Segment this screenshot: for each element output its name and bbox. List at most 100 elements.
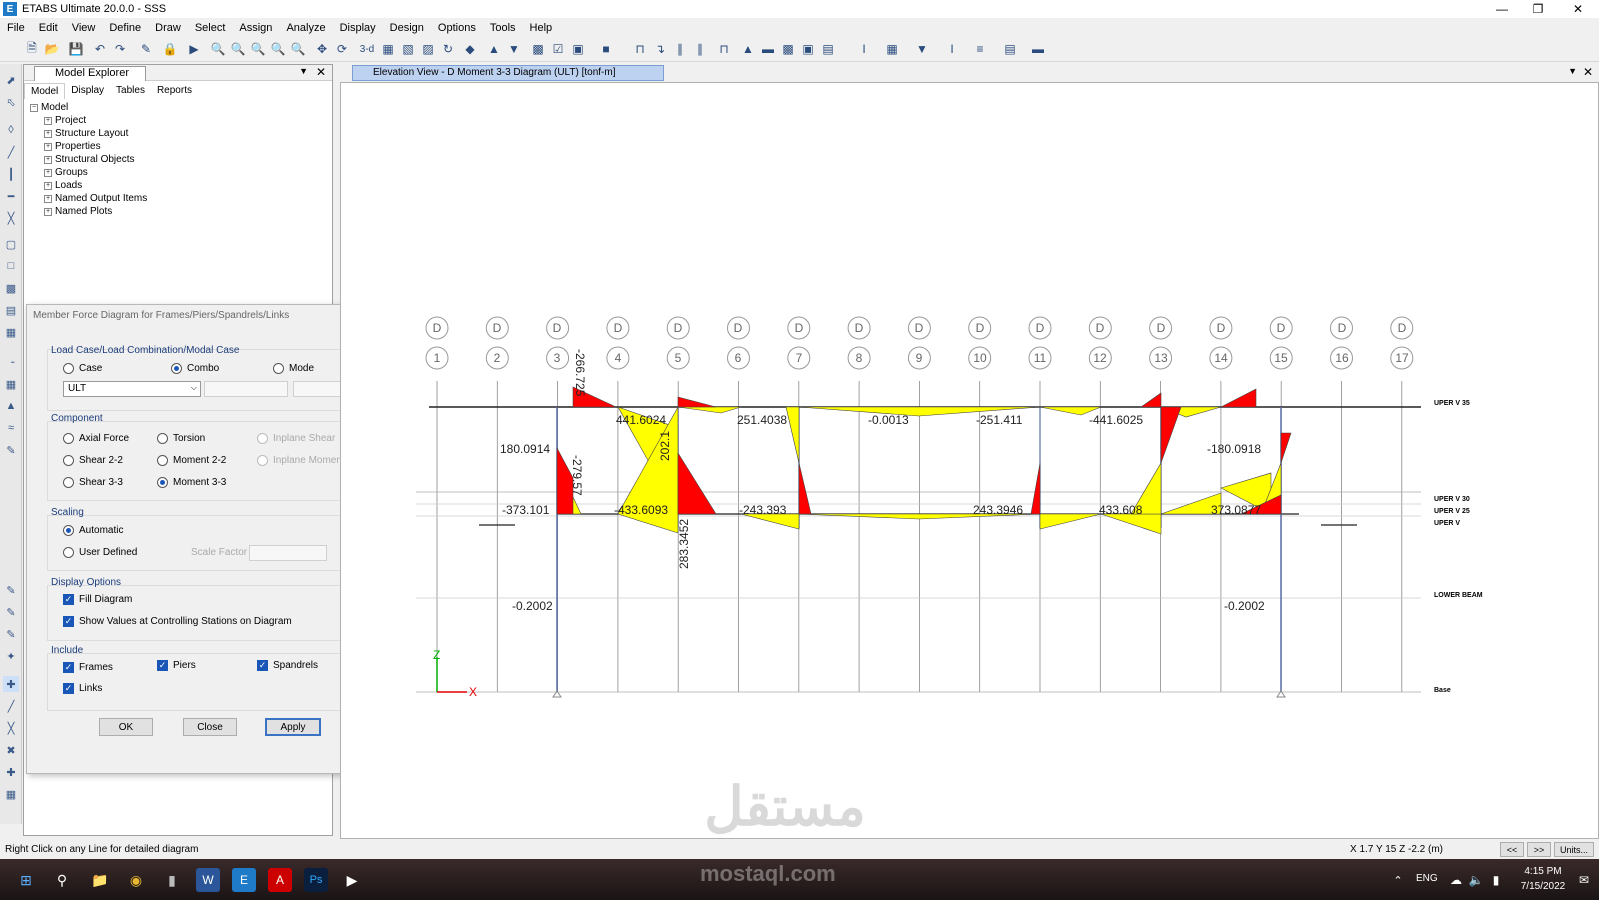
select-intersect-icon[interactable]: ✦ (3, 648, 19, 664)
draw-dimension-icon[interactable]: ≈ (3, 420, 19, 436)
language-indicator[interactable]: ENG (1416, 873, 1438, 884)
run-analysis-icon[interactable]: ▶ (186, 41, 202, 57)
draw-floor-icon[interactable]: ▢ (3, 236, 19, 252)
object-shrink-icon[interactable]: ◆ (462, 41, 478, 57)
zoom-in-icon[interactable]: 🔍 (270, 41, 286, 57)
media-player-icon[interactable]: ▶ (340, 868, 364, 892)
menu-file[interactable]: File (0, 22, 32, 34)
tree-item-groups[interactable]: + Groups (30, 166, 147, 179)
close-button[interactable]: Close (183, 718, 237, 736)
snap-intersection-icon[interactable]: ╳ (3, 720, 19, 736)
close-icon[interactable]: ✕ (1560, 0, 1596, 18)
panel-dropdown-icon[interactable]: ▼ (299, 66, 308, 76)
elevation-canvas[interactable]: D D D D D D D D D D D D D D D D D 1 2 3 … (340, 82, 1599, 839)
next-button[interactable]: >> (1527, 842, 1551, 857)
draw-opening-icon[interactable]: ▩ (3, 280, 19, 296)
show-deformed-icon[interactable]: ⊓ (632, 41, 648, 57)
shear-33-radio[interactable]: Shear 3-3 (63, 477, 123, 488)
clock-time[interactable]: 4:15 PM (1518, 866, 1568, 877)
elevation-view-tab[interactable]: Elevation View - D Moment 3-3 Diagram (U… (352, 65, 664, 81)
zoom-extent-icon[interactable]: 🔍 (230, 41, 246, 57)
lock-icon[interactable]: 🔒 (162, 41, 178, 57)
3d-view-button[interactable]: 3-d (356, 41, 378, 57)
show-loads-icon[interactable]: ↴ (652, 41, 668, 57)
select-ps-icon[interactable]: ✎ (3, 604, 19, 620)
fill-diagram-checkbox[interactable]: ✓ Fill Diagram (63, 594, 132, 605)
file-explorer-icon[interactable]: 📁 (88, 868, 112, 892)
check-icon[interactable]: ☑ (550, 41, 566, 57)
draw-link-icon[interactable]: ╶ (3, 354, 19, 370)
save-icon[interactable]: 💾 (68, 41, 84, 57)
draw-wall-icon[interactable]: ▤ (3, 302, 19, 318)
tab-reports[interactable]: Reports (151, 83, 198, 99)
notifications-icon[interactable]: ✉ (1572, 868, 1596, 892)
new-file-icon[interactable]: 🗎 (24, 41, 40, 57)
elevation-view-icon[interactable]: ▧ (400, 41, 416, 57)
automatic-radio[interactable]: Automatic (63, 525, 123, 536)
search-icon[interactable]: ⚲ (50, 868, 74, 892)
display-options-icon[interactable]: ▣ (570, 41, 586, 57)
word-icon[interactable]: W (196, 868, 220, 892)
open-file-icon[interactable]: 📂 (44, 41, 60, 57)
moment-22-radio[interactable]: Moment 2-2 (157, 455, 226, 466)
tab-tables[interactable]: Tables (110, 83, 151, 99)
menu-edit[interactable]: Edit (32, 22, 65, 34)
redo-icon[interactable]: ↷ (112, 41, 128, 57)
undo-icon[interactable]: ↶ (92, 41, 108, 57)
draw-column-icon[interactable]: ┃ (3, 166, 19, 182)
refresh-icon[interactable]: ↻ (440, 41, 456, 57)
section-designer-icon[interactable]: ▦ (884, 41, 900, 57)
beam-icon[interactable]: ▬ (760, 41, 776, 57)
rotate-icon[interactable]: ⟳ (334, 41, 350, 57)
shaded-view-icon[interactable]: ■ (598, 41, 614, 57)
collapse-icon[interactable]: − (30, 103, 38, 112)
units-button[interactable]: Units... (1554, 842, 1594, 857)
expand-icon[interactable]: + (44, 155, 52, 164)
wall-icon[interactable]: ▩ (780, 41, 796, 57)
tree-item-named-plots[interactable]: + Named Plots (30, 205, 147, 218)
tree-item-structure-layout[interactable]: + Structure Layout (30, 127, 147, 140)
tree-item-named-output-items[interactable]: + Named Output Items (30, 192, 147, 205)
spandrels-checkbox[interactable]: ✓ Spandrels (257, 660, 318, 671)
draw-null-icon[interactable]: ▦ (3, 324, 19, 340)
tree-item-loads[interactable]: + Loads (30, 179, 147, 192)
plan-view-icon[interactable]: ▦ (380, 41, 396, 57)
menu-help[interactable]: Help (523, 22, 560, 34)
snap-lines-icon[interactable]: ✚ (3, 764, 19, 780)
tab-model[interactable]: Model (24, 83, 66, 99)
load-combo-select[interactable]: ULT ⌵ (63, 381, 201, 397)
user-defined-radio[interactable]: User Defined (63, 547, 137, 558)
torsion-radio[interactable]: Torsion (157, 433, 205, 444)
expand-icon[interactable]: + (44, 207, 52, 216)
draw-grid-icon[interactable]: ▦ (3, 376, 19, 392)
expand-icon[interactable]: + (44, 116, 52, 125)
chrome-icon[interactable]: ◉ (124, 868, 148, 892)
support-icon[interactable]: ▲ (740, 41, 756, 57)
view-close-icon[interactable]: ✕ (1583, 65, 1593, 79)
panel-close-icon[interactable]: ✕ (316, 65, 326, 79)
tree-item-properties[interactable]: + Properties (30, 140, 147, 153)
tree-item-structural-objects[interactable]: + Structural Objects (30, 153, 147, 166)
column-section-icon[interactable]: I (856, 41, 872, 57)
frames-checkbox[interactable]: ✓ Frames (63, 662, 113, 673)
frame-icon[interactable]: ⊓ (716, 41, 732, 57)
draw-reference-icon[interactable]: ✎ (3, 442, 19, 458)
etabs-taskbar-icon[interactable]: E (232, 868, 256, 892)
menu-tools[interactable]: Tools (483, 22, 523, 34)
minimize-icon[interactable]: — (1484, 0, 1520, 18)
combo-radio[interactable]: Combo (171, 363, 219, 374)
reports-icon[interactable]: ▤ (1002, 41, 1018, 57)
show-values-checkbox[interactable]: ✓ Show Values at Controlling Stations on … (63, 616, 292, 627)
line-thickness-icon[interactable]: ▬ (1030, 41, 1046, 57)
expand-icon[interactable]: + (44, 142, 52, 151)
show-forces-icon[interactable]: ∥ (672, 41, 688, 57)
moment-33-radio[interactable]: Moment 3-3 (157, 477, 226, 488)
filter-icon[interactable]: ▼ (914, 41, 930, 57)
clock-date[interactable]: 7/15/2022 (1514, 881, 1572, 892)
menu-display[interactable]: Display (333, 22, 383, 34)
app-icon[interactable]: ▮ (160, 868, 184, 892)
menu-select[interactable]: Select (188, 22, 233, 34)
draw-beam-icon[interactable]: ━ (3, 188, 19, 204)
tree-root[interactable]: − Model (30, 101, 147, 114)
maximize-icon[interactable]: ❐ (1520, 0, 1556, 18)
